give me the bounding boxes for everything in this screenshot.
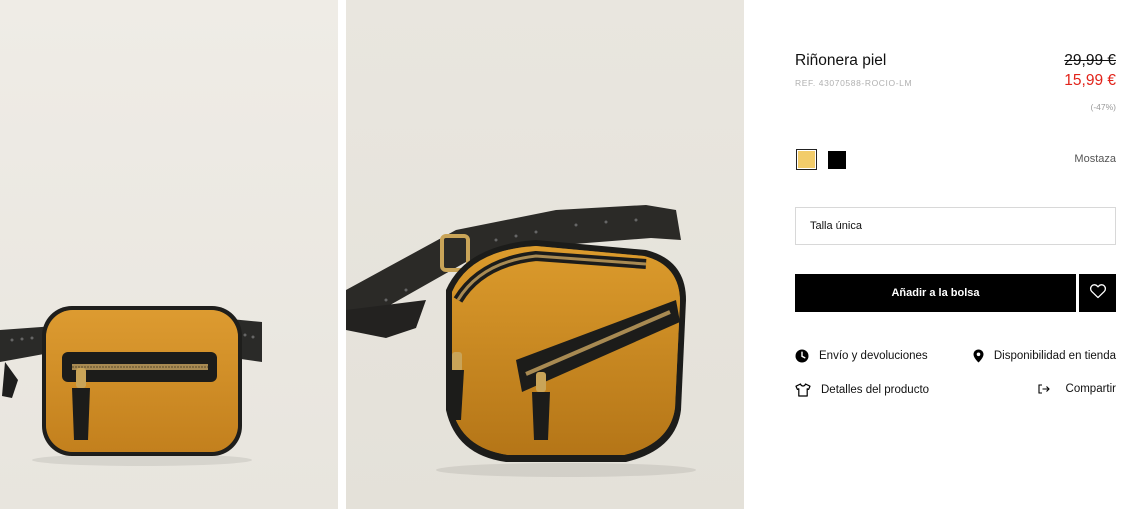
discount-badge: (-47%) [1090, 102, 1116, 112]
size-selector-value: Talla única [810, 220, 862, 232]
location-pin-icon [973, 349, 984, 363]
product-reference: REF. 43070588-ROCIO-LM [795, 78, 913, 88]
sale-price: 15,99 € [1064, 72, 1116, 89]
product-photo-front[interactable] [0, 0, 338, 509]
add-to-bag-label: Añadir a la bolsa [891, 287, 980, 299]
selected-color-name: Mostaza [1074, 153, 1116, 165]
product-details-link[interactable]: Detalles del producto [795, 383, 929, 397]
store-availability-label: Disponibilidad en tienda [993, 350, 1116, 362]
shipping-returns-link[interactable]: Envío y devoluciones [795, 349, 928, 363]
bag-front-illustration [0, 306, 262, 466]
favorite-button[interactable] [1079, 274, 1116, 312]
color-swatch-black[interactable] [828, 151, 846, 169]
add-to-bag-button[interactable]: Añadir a la bolsa [795, 274, 1076, 312]
product-details-label: Detalles del producto [821, 384, 930, 396]
clock-icon [795, 349, 809, 363]
store-availability-link[interactable]: Disponibilidad en tienda [973, 349, 1116, 363]
heart-icon [1089, 283, 1107, 304]
color-swatch-mostaza[interactable] [796, 149, 817, 170]
product-photo-angle[interactable] [346, 0, 744, 509]
original-price: 29,99 € [1064, 52, 1116, 69]
bag-angle-illustration [346, 205, 696, 477]
share-link[interactable]: Compartir [1037, 383, 1116, 395]
size-selector[interactable]: Talla única [795, 207, 1116, 245]
share-label: Compartir [1065, 383, 1116, 395]
shipping-returns-label: Envío y devoluciones [819, 350, 928, 362]
product-title: Riñonera piel [795, 52, 887, 69]
tshirt-icon [795, 383, 811, 397]
share-icon [1037, 384, 1050, 394]
product-info-panel: Riñonera piel REF. 43070588-ROCIO-LM 29,… [795, 0, 1116, 509]
